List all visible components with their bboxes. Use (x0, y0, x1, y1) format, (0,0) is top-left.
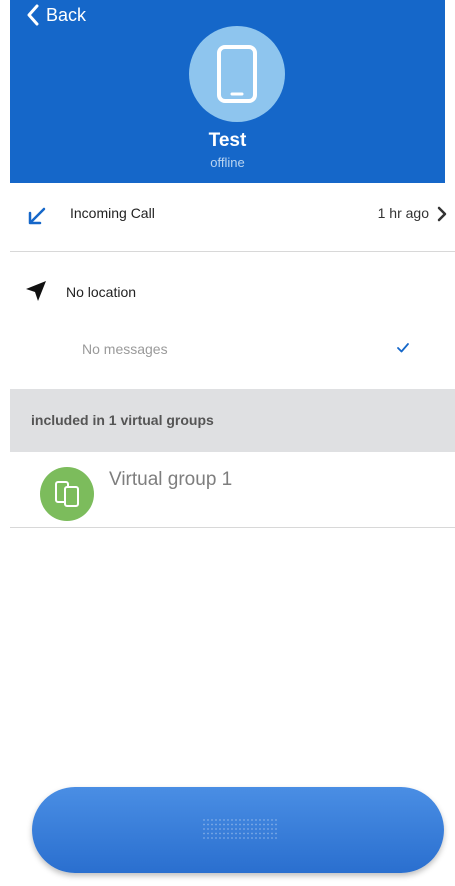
call-label: Incoming Call (70, 205, 155, 221)
device-status: offline (210, 155, 245, 170)
chevron-left-icon (27, 4, 39, 26)
bottom-action-button[interactable] (32, 787, 444, 873)
grip-dots-icon (203, 819, 277, 839)
virtual-groups-header: included in 1 virtual groups (10, 389, 455, 452)
back-label: Back (46, 4, 87, 25)
incoming-call-arrow-icon (28, 207, 46, 225)
chevron-right-icon (437, 206, 447, 222)
smartphone-icon (217, 45, 257, 103)
virtual-group-row[interactable]: Virtual group 1 (10, 452, 455, 528)
messages-label: No messages (82, 341, 168, 357)
checkmark-icon (397, 343, 409, 353)
location-label: No location (66, 284, 137, 300)
device-name: Test (208, 130, 247, 151)
back-button[interactable]: Back (26, 4, 86, 26)
virtual-groups-header-label: included in 1 virtual groups (31, 412, 214, 428)
two-phones-icon (55, 481, 79, 507)
device-avatar (189, 26, 285, 122)
location-arrow-icon (26, 281, 46, 301)
group-name: Virtual group 1 (109, 469, 233, 490)
group-avatar (40, 467, 94, 521)
last-call-row[interactable]: Incoming Call 1 hr ago (10, 183, 455, 252)
call-time: 1 hr ago (377, 205, 429, 221)
